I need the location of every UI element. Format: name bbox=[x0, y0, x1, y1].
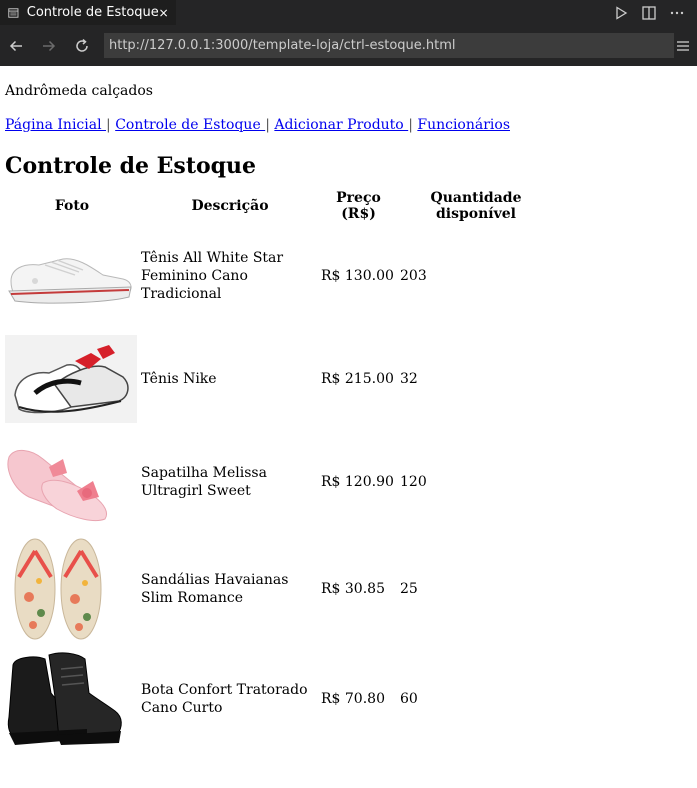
nike-sneaker-photo bbox=[5, 335, 137, 423]
split-icon[interactable] bbox=[641, 5, 657, 21]
page-title: Controle de Estoque bbox=[5, 153, 257, 179]
product-photo-cell bbox=[5, 430, 139, 533]
column-header-quantidade: Quantidade disponível bbox=[430, 190, 522, 222]
close-icon[interactable] bbox=[159, 7, 168, 19]
nav-link-funcionarios[interactable]: Funcionários bbox=[417, 117, 510, 133]
site-nav: Página Inicial | Controle de Estoque | A… bbox=[5, 117, 692, 134]
tab-bar: Controle de Estoque bbox=[0, 0, 697, 25]
product-quantity: 203 bbox=[400, 268, 427, 284]
product-price: R$ 30.85 bbox=[321, 581, 385, 597]
browser-tab-icon bbox=[8, 7, 19, 18]
address-bar[interactable]: http://127.0.0.1:3000/template-loja/ctrl… bbox=[104, 33, 674, 58]
floral-sandals-photo bbox=[14, 538, 102, 640]
product-description: Tênis Nike bbox=[141, 371, 217, 387]
white-sneaker-photo bbox=[8, 258, 132, 304]
nav-separator: | bbox=[106, 117, 116, 133]
browser-tab[interactable]: Controle de Estoque bbox=[0, 0, 176, 25]
pink-flat-shoe-photo bbox=[7, 449, 108, 521]
reload-icon bbox=[76, 38, 88, 52]
table-header-row: Foto Descrição Preço (R$) Quantidade dis… bbox=[5, 190, 554, 222]
column-header-descricao: Descrição bbox=[191, 198, 269, 214]
page-content: Andrômeda calçados Página Inicial | Cont… bbox=[0, 83, 697, 755]
browser-chrome: Controle de Estoque http://127.0.0.1:300… bbox=[0, 0, 697, 66]
nav-separator: | bbox=[408, 117, 418, 133]
back-icon bbox=[9, 40, 22, 51]
product-quantity: 32 bbox=[400, 371, 418, 387]
column-header-preco: Preço (R$) bbox=[336, 190, 381, 222]
table-row: Tênis All White Star Feminino Cano Tradi… bbox=[5, 224, 554, 328]
black-boot-photo bbox=[7, 652, 122, 745]
navigation-bar: http://127.0.0.1:3000/template-loja/ctrl… bbox=[0, 25, 697, 66]
back-button[interactable] bbox=[5, 35, 27, 57]
product-quantity: 120 bbox=[400, 473, 427, 490]
product-description: Tênis All White Star Feminino Cano Tradi… bbox=[141, 250, 284, 302]
product-price: R$ 215.00 bbox=[321, 371, 394, 387]
more-icon[interactable] bbox=[669, 5, 685, 21]
table-row: Tênis Nike R$ 215.00 32 bbox=[5, 330, 554, 428]
product-photo-cell bbox=[5, 645, 139, 753]
menu-icon bbox=[677, 40, 689, 51]
product-description: Sapatilha Melissa Ultragirl Sweet bbox=[141, 464, 267, 499]
table-row: Sandálias Havaianas Slim Romance R$ 30.8… bbox=[5, 535, 554, 643]
stock-table: Foto Descrição Preço (R$) Quantidade dis… bbox=[3, 188, 556, 755]
product-description: Sandálias Havaianas Slim Romance bbox=[141, 572, 289, 606]
url-text: http://127.0.0.1:3000/template-loja/ctrl… bbox=[109, 38, 456, 53]
product-quantity: 25 bbox=[400, 581, 418, 597]
tab-actions bbox=[613, 0, 697, 25]
table-row: Sapatilha Melissa Ultragirl Sweet R$ 120… bbox=[5, 430, 554, 533]
nav-separator: | bbox=[265, 117, 275, 133]
forward-button[interactable] bbox=[38, 35, 60, 57]
run-icon[interactable] bbox=[613, 5, 629, 21]
column-header-foto: Foto bbox=[54, 198, 90, 214]
product-price: R$ 70.80 bbox=[321, 691, 385, 707]
nav-link-controle-estoque[interactable]: Controle de Estoque bbox=[115, 117, 265, 133]
product-price: R$ 120.90 bbox=[321, 473, 394, 490]
product-description: Bota Confort Tratorado Cano Curto bbox=[141, 682, 308, 716]
product-photo-cell bbox=[5, 535, 139, 643]
store-brand: Andrômeda calçados bbox=[5, 83, 153, 99]
tab-title: Controle de Estoque bbox=[26, 5, 159, 20]
product-photo-cell bbox=[5, 224, 139, 328]
menu-button[interactable] bbox=[674, 37, 692, 55]
table-row: Bota Confort Tratorado Cano Curto R$ 70.… bbox=[5, 645, 554, 753]
reload-button[interactable] bbox=[71, 35, 93, 57]
nav-link-adicionar-produto[interactable]: Adicionar Produto bbox=[274, 117, 408, 133]
product-photo-cell bbox=[5, 330, 139, 428]
forward-icon bbox=[43, 40, 56, 51]
product-quantity: 60 bbox=[400, 691, 418, 707]
nav-link-pagina-inicial[interactable]: Página Inicial bbox=[5, 117, 106, 133]
product-price: R$ 130.00 bbox=[321, 268, 394, 284]
